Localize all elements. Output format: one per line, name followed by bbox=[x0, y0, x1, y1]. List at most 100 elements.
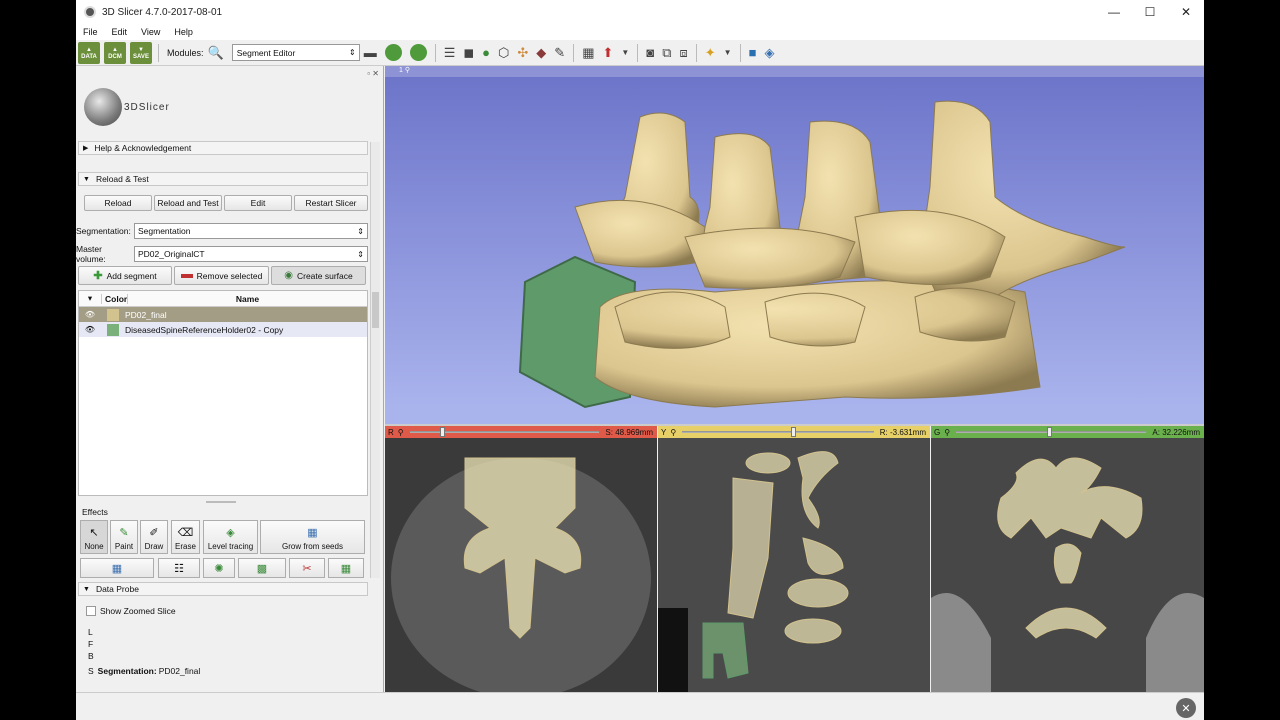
scene-view-icon[interactable]: ⧉ bbox=[662, 45, 671, 61]
segment-actions-row: ✚ Add segment Remove selected ◉ Create sur… bbox=[78, 266, 366, 285]
panel-float-close-icon[interactable]: ▫ ✕ bbox=[367, 69, 379, 78]
layout-icon[interactable]: ▦ bbox=[582, 45, 594, 61]
python-console-icon[interactable]: ◈ bbox=[764, 45, 774, 61]
load-data-button[interactable]: ▲ DATA bbox=[78, 41, 100, 64]
search-icon[interactable]: 🔍 bbox=[208, 45, 224, 61]
help-section-header[interactable]: ▶ Help & Acknowledgement bbox=[78, 141, 368, 155]
maximize-button[interactable]: ☐ bbox=[1132, 0, 1168, 24]
slider-knob[interactable] bbox=[791, 427, 797, 437]
back-arrow-icon[interactable] bbox=[384, 44, 402, 61]
effect-none-button[interactable]: ↖ None bbox=[80, 520, 108, 554]
pin-icon[interactable]: ⚲ bbox=[944, 428, 950, 437]
effect-erase-button[interactable]: ⌫ Erase bbox=[171, 520, 200, 554]
slice-view-red[interactable]: R ⚲ S: 48.969mm bbox=[385, 426, 657, 692]
zoom-slice-row: Show Zoomed Slice bbox=[86, 606, 176, 616]
scissors-icon[interactable]: ✂ bbox=[289, 558, 325, 578]
save-button[interactable]: ▼ SAVE bbox=[130, 41, 152, 64]
erase-icon: ⌫ bbox=[177, 527, 194, 539]
forward-arrow-icon[interactable] bbox=[409, 44, 427, 61]
effect-smoothing-icon[interactable]: ✺ bbox=[203, 558, 235, 578]
segment-name[interactable]: DiseasedSpineReferenceHolder02 - Copy bbox=[125, 325, 283, 335]
segmentation-label: Segmentation: bbox=[76, 226, 131, 236]
extension-manager-icon[interactable]: ■ bbox=[749, 45, 757, 60]
crosshair-toggle-icon[interactable]: ⬆ bbox=[603, 45, 614, 61]
menu-bar: File Edit View Help bbox=[76, 24, 1204, 40]
segment-name[interactable]: PD02_final bbox=[125, 310, 167, 320]
mouse-mode-icon[interactable]: ⧈ bbox=[679, 45, 687, 61]
module-history-icon[interactable]: ▬ bbox=[364, 45, 377, 60]
eye-icon[interactable]: 👁 bbox=[79, 325, 101, 334]
segment-color-swatch[interactable] bbox=[107, 308, 119, 321]
menu-edit[interactable]: Edit bbox=[105, 27, 135, 37]
effect-islands-icon[interactable]: ▦ bbox=[328, 558, 364, 578]
slice-view-green[interactable]: G ⚲ A: 32.226mm bbox=[931, 426, 1204, 692]
zoom-slice-checkbox[interactable] bbox=[86, 606, 96, 616]
slice-view-yellow[interactable]: Y ⚲ R: -3.631mm bbox=[658, 426, 930, 692]
menu-help[interactable]: Help bbox=[167, 27, 200, 37]
markups-icon[interactable]: ✣ bbox=[517, 45, 528, 61]
effect-hollow-icon[interactable]: ☷ bbox=[158, 558, 200, 578]
panel-scrollbar[interactable] bbox=[370, 142, 380, 578]
segment-color-swatch[interactable] bbox=[107, 323, 119, 336]
models-icon[interactable]: ● bbox=[482, 45, 490, 60]
restart-slicer-button[interactable]: Restart Slicer bbox=[294, 195, 368, 211]
error-log-icon[interactable]: ✕ bbox=[1176, 698, 1196, 718]
yellow-slice-slider[interactable] bbox=[682, 427, 874, 437]
transforms-icon[interactable]: ⬡ bbox=[498, 45, 509, 61]
module-selector[interactable]: Segment Editor bbox=[231, 44, 360, 61]
3d-view-header[interactable]: 1 ⚲ bbox=[385, 66, 1204, 77]
splitter-handle[interactable] bbox=[206, 501, 236, 503]
pin-icon[interactable]: ⚲ bbox=[405, 67, 410, 74]
slider-knob[interactable] bbox=[1047, 427, 1053, 437]
slider-knob[interactable] bbox=[440, 427, 445, 437]
effect-level-tracing-button[interactable]: ◈ Level tracing bbox=[203, 520, 258, 554]
minimize-button[interactable]: — bbox=[1096, 0, 1132, 24]
3d-view[interactable]: 1 ⚲ bbox=[385, 66, 1204, 424]
red-slice-letter: R bbox=[388, 427, 394, 437]
green-slice-slider[interactable] bbox=[956, 427, 1147, 437]
segmentation-combo[interactable]: Segmentation bbox=[134, 223, 368, 239]
segments-table-header: ▾ Color Name bbox=[79, 291, 367, 307]
eye-icon[interactable]: 👁 bbox=[79, 310, 101, 319]
create-surface-button[interactable]: ◉ Create surface bbox=[271, 266, 366, 285]
data-module-icon[interactable]: ☰ bbox=[444, 45, 456, 61]
red-slice-slider[interactable] bbox=[409, 427, 600, 437]
menu-file[interactable]: File bbox=[76, 27, 105, 37]
place-fiducial-icon[interactable]: ✦ bbox=[705, 45, 716, 61]
effect-grow-from-seeds-button[interactable]: ▦ Grow from seeds bbox=[260, 520, 365, 554]
segment-editor-icon[interactable]: ◆ bbox=[536, 45, 546, 61]
green-slice-header[interactable]: G ⚲ A: 32.226mm bbox=[931, 426, 1204, 438]
dropdown-arrow-icon[interactable]: ▼ bbox=[724, 48, 732, 57]
segment-row-holder[interactable]: 👁 DiseasedSpineReferenceHolder02 - Copy bbox=[79, 322, 367, 337]
volumes-icon[interactable]: ◼ bbox=[463, 45, 474, 61]
reload-section-header[interactable]: ▼ Reload & Test bbox=[78, 172, 368, 186]
yellow-slice-letter: Y bbox=[661, 427, 667, 437]
reload-and-test-button[interactable]: Reload and Test bbox=[154, 195, 222, 211]
module-panel: ▫ ✕ 3DSlicer ▶ Help & Acknowledgement ▼ Re… bbox=[76, 66, 384, 692]
red-slice-header[interactable]: R ⚲ S: 48.969mm bbox=[385, 426, 657, 438]
editor-icon[interactable]: ✎ bbox=[554, 45, 565, 61]
dicom-button[interactable]: ▲ DCM bbox=[104, 41, 126, 64]
remove-selected-button[interactable]: Remove selected bbox=[174, 266, 269, 285]
effect-paint-button[interactable]: ✎ Paint bbox=[110, 520, 138, 554]
dropdown-arrow-icon[interactable]: ▼ bbox=[621, 48, 629, 57]
effect-draw-button[interactable]: ✐ Draw bbox=[140, 520, 168, 554]
pin-icon[interactable]: ⚲ bbox=[398, 428, 404, 437]
segment-row-pd02-final[interactable]: 👁 PD02_final bbox=[79, 307, 367, 322]
screenshot-icon[interactable]: ◙ bbox=[646, 45, 654, 60]
3d-view-label: 1 bbox=[399, 67, 403, 74]
reload-button[interactable]: Reload bbox=[84, 195, 152, 211]
data-probe-header[interactable]: ▼ Data Probe bbox=[78, 582, 368, 596]
effect-margin-icon[interactable]: ▦ bbox=[80, 558, 154, 578]
effect-threshold-icon[interactable]: ▩ bbox=[238, 558, 286, 578]
edit-button[interactable]: Edit bbox=[224, 195, 292, 211]
scrollbar-thumb[interactable] bbox=[372, 292, 379, 328]
visibility-column-icon[interactable]: ▾ bbox=[79, 293, 101, 304]
name-column-header: Name bbox=[127, 293, 367, 304]
close-window-button[interactable]: ✕ bbox=[1168, 0, 1204, 24]
menu-view[interactable]: View bbox=[134, 27, 167, 37]
yellow-slice-header[interactable]: Y ⚲ R: -3.631mm bbox=[658, 426, 930, 438]
pin-icon[interactable]: ⚲ bbox=[670, 428, 676, 437]
add-segment-button[interactable]: ✚ Add segment bbox=[78, 266, 172, 285]
master-volume-combo[interactable]: PD02_OriginalCT bbox=[134, 246, 368, 262]
